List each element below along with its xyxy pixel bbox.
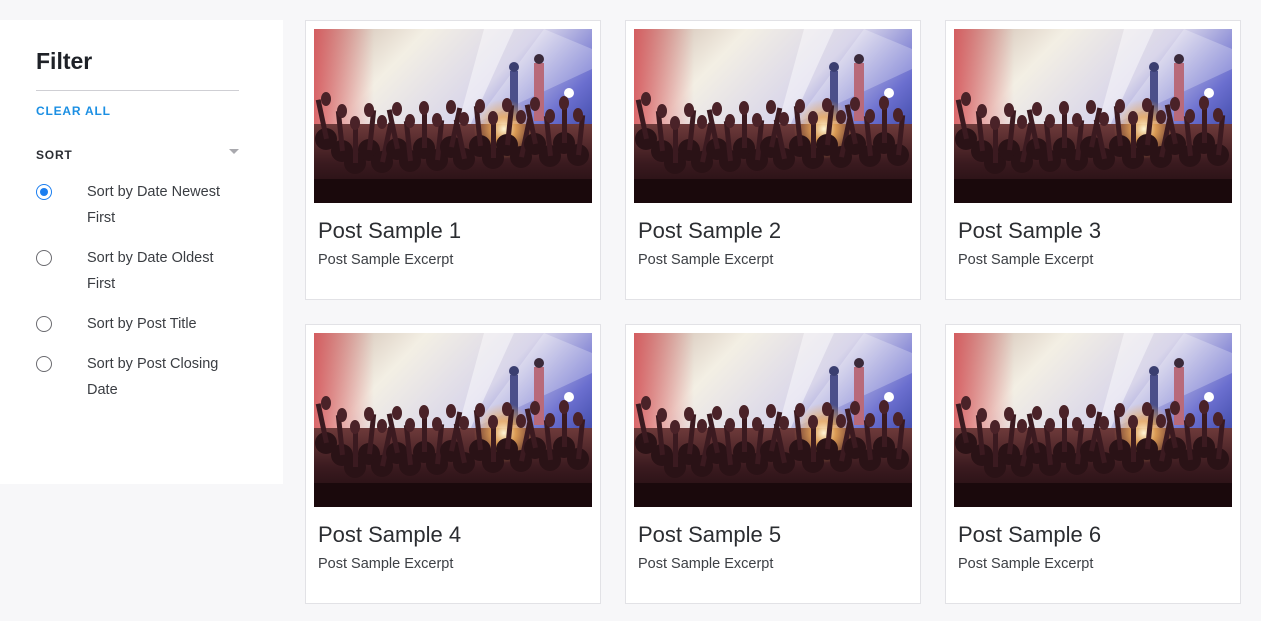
post-card[interactable]: Post Sample 2 Post Sample Excerpt xyxy=(625,20,921,300)
post-excerpt: Post Sample Excerpt xyxy=(958,556,1094,572)
sort-label: SORT xyxy=(36,148,73,162)
post-card[interactable]: Post Sample 6 Post Sample Excerpt xyxy=(945,324,1241,604)
post-title: Post Sample 6 xyxy=(958,522,1102,547)
sort-option-date-newest[interactable]: Sort by Date Newest First xyxy=(36,179,239,231)
post-excerpt: Post Sample Excerpt xyxy=(638,252,774,268)
post-card[interactable]: Post Sample 4 Post Sample Excerpt xyxy=(305,324,601,604)
sort-section-toggle[interactable]: SORT xyxy=(36,146,239,162)
post-title: Post Sample 3 xyxy=(958,218,1102,243)
post-title: Post Sample 4 xyxy=(318,522,462,547)
post-image xyxy=(314,29,592,203)
concert-crowd-image xyxy=(314,333,592,507)
post-image xyxy=(634,29,912,203)
sort-option-label: Sort by Post Title xyxy=(87,316,197,332)
radio-button[interactable] xyxy=(36,316,52,332)
divider xyxy=(36,90,239,91)
post-image xyxy=(954,333,1232,507)
sort-option-label: Sort by Post Closing Date xyxy=(87,356,219,398)
post-excerpt: Post Sample Excerpt xyxy=(318,556,454,572)
concert-crowd-image xyxy=(954,333,1232,507)
post-excerpt: Post Sample Excerpt xyxy=(958,252,1094,268)
post-title: Post Sample 2 xyxy=(638,218,782,243)
sort-option-post-title[interactable]: Sort by Post Title xyxy=(36,311,239,337)
post-excerpt: Post Sample Excerpt xyxy=(638,556,774,572)
radio-button[interactable] xyxy=(36,250,52,266)
concert-crowd-image xyxy=(634,333,912,507)
post-card[interactable]: Post Sample 5 Post Sample Excerpt xyxy=(625,324,921,604)
concert-crowd-image xyxy=(634,29,912,203)
concert-crowd-image xyxy=(954,29,1232,203)
sort-option-label: Sort by Date Newest First xyxy=(87,184,220,226)
sort-option-label: Sort by Date Oldest First xyxy=(87,250,214,292)
post-image xyxy=(634,333,912,507)
sort-option-date-oldest[interactable]: Sort by Date Oldest First xyxy=(36,245,239,297)
post-image xyxy=(314,333,592,507)
sort-options: Sort by Date Newest First Sort by Date O… xyxy=(36,179,239,403)
post-excerpt: Post Sample Excerpt xyxy=(318,252,454,268)
post-card[interactable]: Post Sample 1 Post Sample Excerpt xyxy=(305,20,601,300)
concert-crowd-image xyxy=(314,29,592,203)
sort-option-closing-date[interactable]: Sort by Post Closing Date xyxy=(36,351,239,403)
filter-title: Filter xyxy=(36,48,93,74)
post-title: Post Sample 1 xyxy=(318,218,462,243)
post-image xyxy=(954,29,1232,203)
caret-down-icon xyxy=(229,149,239,154)
radio-button[interactable] xyxy=(36,184,52,200)
radio-button[interactable] xyxy=(36,356,52,372)
post-card[interactable]: Post Sample 3 Post Sample Excerpt xyxy=(945,20,1241,300)
post-title: Post Sample 5 xyxy=(638,522,782,547)
filter-sidebar: Filter CLEAR ALL SORT Sort by Date Newes… xyxy=(0,20,283,484)
clear-all-link[interactable]: CLEAR ALL xyxy=(36,104,111,118)
